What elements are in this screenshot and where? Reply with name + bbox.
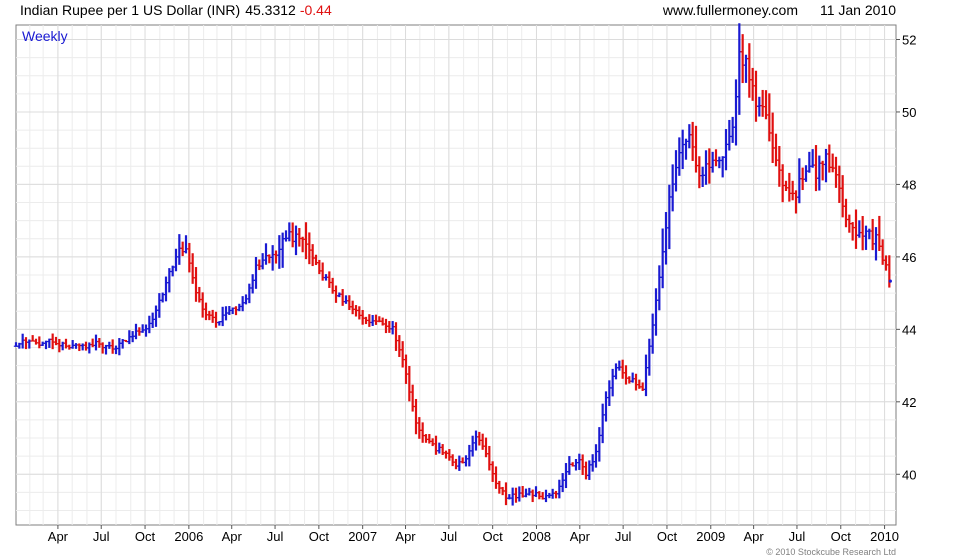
y-tick-label: 46 — [902, 250, 916, 265]
y-tick-label: 48 — [902, 177, 916, 192]
y-tick-label: 42 — [902, 395, 916, 410]
y-tick-label: 50 — [902, 105, 916, 120]
x-tick-label: Oct — [657, 529, 678, 544]
x-tick-label: Apr — [744, 529, 765, 544]
x-tick-label: Jul — [93, 529, 110, 544]
x-tick-label: 2007 — [348, 529, 377, 544]
plot-area — [13, 23, 897, 526]
x-axis: Apr Jul Oct 2006 Apr Jul Oct 2007 Apr Jul Oct 2008 A… — [48, 525, 899, 544]
x-tick-label: Apr — [570, 529, 591, 544]
chart-title: Indian Rupee per 1 US Dollar (INR) — [20, 2, 240, 18]
copyright: © 2010 Stockcube Research Ltd — [766, 547, 896, 557]
x-tick-label: Oct — [135, 529, 156, 544]
x-tick-label: Jul — [441, 529, 458, 544]
y-axis: 40 42 44 46 48 50 52 — [896, 32, 916, 482]
x-tick-label: 2009 — [696, 529, 725, 544]
last-price-marker — [888, 279, 892, 283]
x-tick-label: Oct — [483, 529, 504, 544]
x-tick-label: Jul — [267, 529, 284, 544]
x-tick-label: Oct — [309, 529, 330, 544]
interval-label: Weekly — [22, 28, 68, 44]
y-tick-label: 44 — [902, 322, 916, 337]
x-tick-label: 2006 — [174, 529, 203, 544]
x-tick-label: Apr — [222, 529, 243, 544]
x-tick-label: 2008 — [522, 529, 551, 544]
x-tick-label: Jul — [789, 529, 806, 544]
site-url[interactable]: www.fullermoney.com — [662, 2, 798, 18]
x-tick-label: Apr — [48, 529, 69, 544]
x-tick-label: Apr — [395, 529, 416, 544]
y-tick-label: 40 — [902, 467, 916, 482]
x-tick-label: Jul — [615, 529, 632, 544]
x-tick-label: Oct — [831, 529, 852, 544]
chart-date: 11 Jan 2010 — [820, 2, 896, 18]
price-change: -0.44 — [300, 2, 332, 18]
price-chart: Indian Rupee per 1 US Dollar (INR) 45.33… — [13, 2, 916, 557]
x-tick-label: 2010 — [870, 529, 899, 544]
last-price: 45.3312 — [245, 2, 296, 18]
y-tick-label: 52 — [902, 32, 916, 47]
